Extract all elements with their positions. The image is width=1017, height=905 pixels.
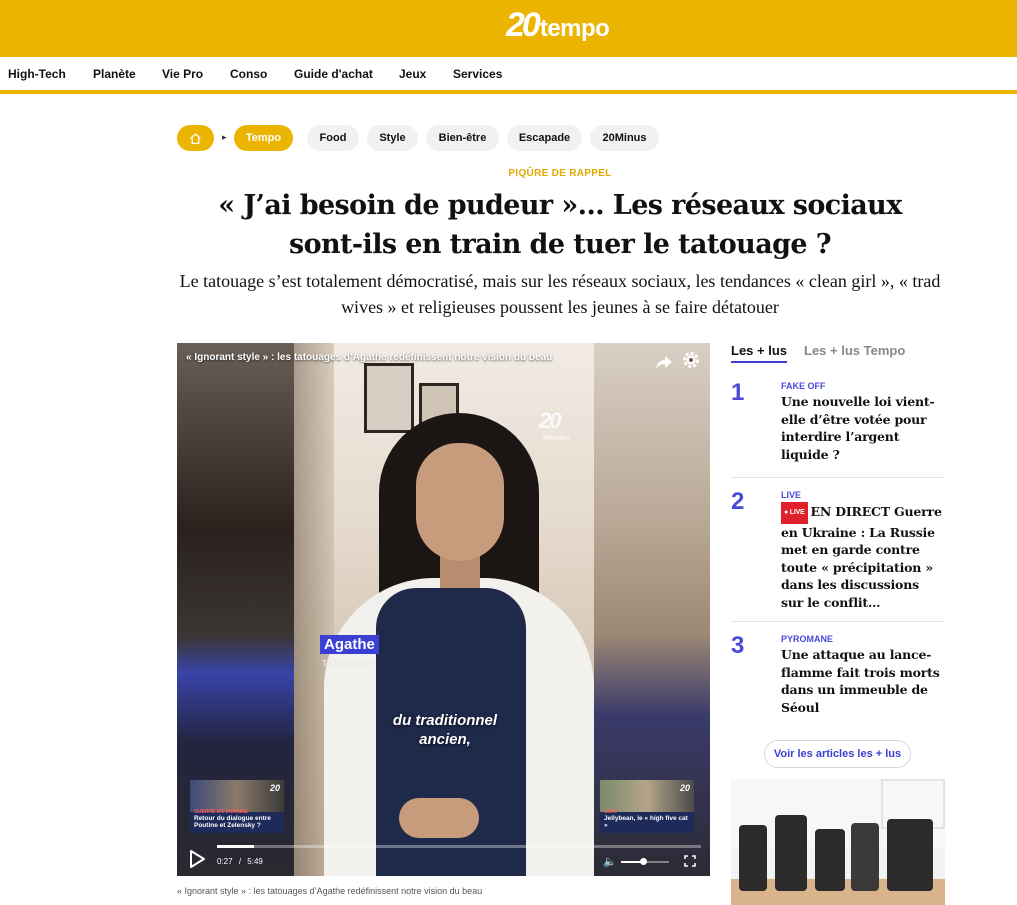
- related-video-left[interactable]: 20 GUERRE EN UKRAINE Retour du dialogue …: [190, 780, 284, 833]
- tag-food[interactable]: Food: [307, 125, 359, 151]
- most-read-item[interactable]: 3 PYROMANE Une attaque au lance-flamme f…: [731, 632, 945, 722]
- fullscreen-icon[interactable]: [684, 855, 696, 867]
- nav-item-services[interactable]: Services: [453, 67, 502, 81]
- article-tag: PYROMANE: [781, 634, 834, 644]
- nav-item-planete[interactable]: Planète: [93, 67, 136, 81]
- volume-icon[interactable]: 🔈: [603, 855, 617, 868]
- article-title: Une nouvelle loi vient-elle d’être votée…: [781, 394, 935, 462]
- person-face: [416, 443, 504, 561]
- tab-les-plus-lus[interactable]: Les + lus: [731, 343, 787, 363]
- thumbnail-title: Jellybean, le « high five cat »: [604, 815, 688, 829]
- sidebar-tabs: Les + lus Les + lus Tempo: [731, 341, 945, 365]
- related-video-right[interactable]: 20 CHAT Jellybean, le « high five cat »: [600, 780, 694, 833]
- nav-item-high-tech[interactable]: High-Tech: [8, 67, 66, 81]
- volume-knob[interactable]: [639, 858, 647, 865]
- video-time: 0:27 / 5:49: [217, 857, 263, 866]
- time-separator: /: [238, 857, 242, 866]
- home-icon: [190, 132, 201, 144]
- breadcrumb-separator: ▸: [222, 132, 227, 142]
- tag-20minus[interactable]: 20Minus: [590, 125, 659, 151]
- duration: 5:49: [247, 857, 263, 866]
- beer-tap-device: [887, 819, 933, 891]
- video-progress-fill: [217, 845, 255, 848]
- promo-image[interactable]: [731, 779, 945, 905]
- speaker-name: Agathe: [320, 635, 379, 654]
- person-hands: [399, 798, 479, 838]
- article-dek: Le tatouage s’est totalement démocratisé…: [179, 271, 941, 317]
- rank-number: 2: [731, 488, 745, 515]
- beer-tap-device: [775, 815, 807, 891]
- video-watermark-sub: Minutes: [543, 435, 570, 442]
- video-player[interactable]: « Ignorant style » : les tatouages d’Aga…: [177, 343, 710, 876]
- speaker-role: TATOUEUSE: [322, 659, 375, 668]
- site-logo[interactable]: 20 tempo: [506, 6, 610, 44]
- share-icon[interactable]: [654, 352, 674, 372]
- tag-style[interactable]: Style: [367, 125, 418, 151]
- tab-les-plus-lus-tempo[interactable]: Les + lus Tempo: [804, 343, 905, 361]
- most-read-item[interactable]: 2 LIVE ● LIVE EN DIRECT Guerre en Ukraine…: [731, 488, 945, 613]
- most-read-item[interactable]: 1 FAKE OFF Une nouvelle loi vient-elle d…: [731, 379, 945, 469]
- video-progress-bar[interactable]: [217, 845, 701, 848]
- rank-number: 3: [731, 632, 745, 659]
- tag-escapade[interactable]: Escapade: [507, 125, 582, 151]
- article-headline: « J’ai besoin de pudeur »… Les réseaux s…: [218, 190, 902, 260]
- gear-icon[interactable]: [681, 350, 701, 370]
- video-watermark: 20: [539, 408, 562, 433]
- thumbnail-logo: 20: [269, 783, 280, 793]
- article-title: ● LIVE EN DIRECT Guerre en Ukraine : La R…: [781, 502, 945, 611]
- live-badge: ● LIVE: [781, 502, 808, 524]
- top-banner: 20 tempo: [0, 0, 1017, 57]
- home-button[interactable]: [177, 125, 214, 151]
- beer-tap-device: [815, 829, 845, 891]
- divider: [731, 621, 945, 622]
- frame-picture: [364, 363, 414, 433]
- nav-item-vie-pro[interactable]: Vie Pro: [162, 67, 203, 81]
- play-icon[interactable]: [189, 850, 205, 868]
- article-tag: LIVE: [781, 490, 802, 500]
- main-nav: High-Tech Planète Vie Pro Conso Guide d'…: [0, 57, 1017, 94]
- thumbnail-logo: 20: [679, 783, 690, 793]
- nav-item-conso[interactable]: Conso: [230, 67, 267, 81]
- tab-tempo[interactable]: Tempo: [234, 125, 293, 151]
- video-caption: « Ignorant style » : les tatouages d’Aga…: [177, 886, 483, 896]
- article-tag: FAKE OFF: [781, 381, 826, 391]
- breadcrumb: ▸ Tempo Food Style Bien-être Escapade 20…: [177, 125, 677, 151]
- volume-slider[interactable]: [621, 858, 669, 865]
- article-title: Une attaque au lance-flamme fait trois m…: [781, 647, 940, 715]
- tag-bien-etre[interactable]: Bien-être: [426, 125, 499, 151]
- nav-item-guide-achat[interactable]: Guide d'achat: [294, 67, 373, 81]
- video-controls: 0:27 / 5:49 🔈: [177, 841, 710, 876]
- rank-number: 1: [731, 379, 745, 406]
- beer-tap-device: [739, 825, 767, 891]
- article-kicker: PIQÛRE DE RAPPEL: [508, 168, 612, 179]
- logo-word: tempo: [539, 15, 610, 42]
- divider: [731, 477, 945, 478]
- current-time: 0:27: [217, 857, 233, 866]
- nav-item-jeux[interactable]: Jeux: [399, 67, 426, 81]
- see-most-read-button[interactable]: Voir les articles les + lus: [764, 740, 911, 768]
- video-subtitle: du traditionnel ancien,: [392, 712, 498, 748]
- beer-tap-device: [851, 823, 879, 891]
- logo-number: 20: [506, 6, 541, 44]
- video-title: « Ignorant style » : les tatouages d’Aga…: [186, 352, 553, 363]
- thumbnail-title: Retour du dialogue entre Poutine et Zele…: [194, 815, 271, 829]
